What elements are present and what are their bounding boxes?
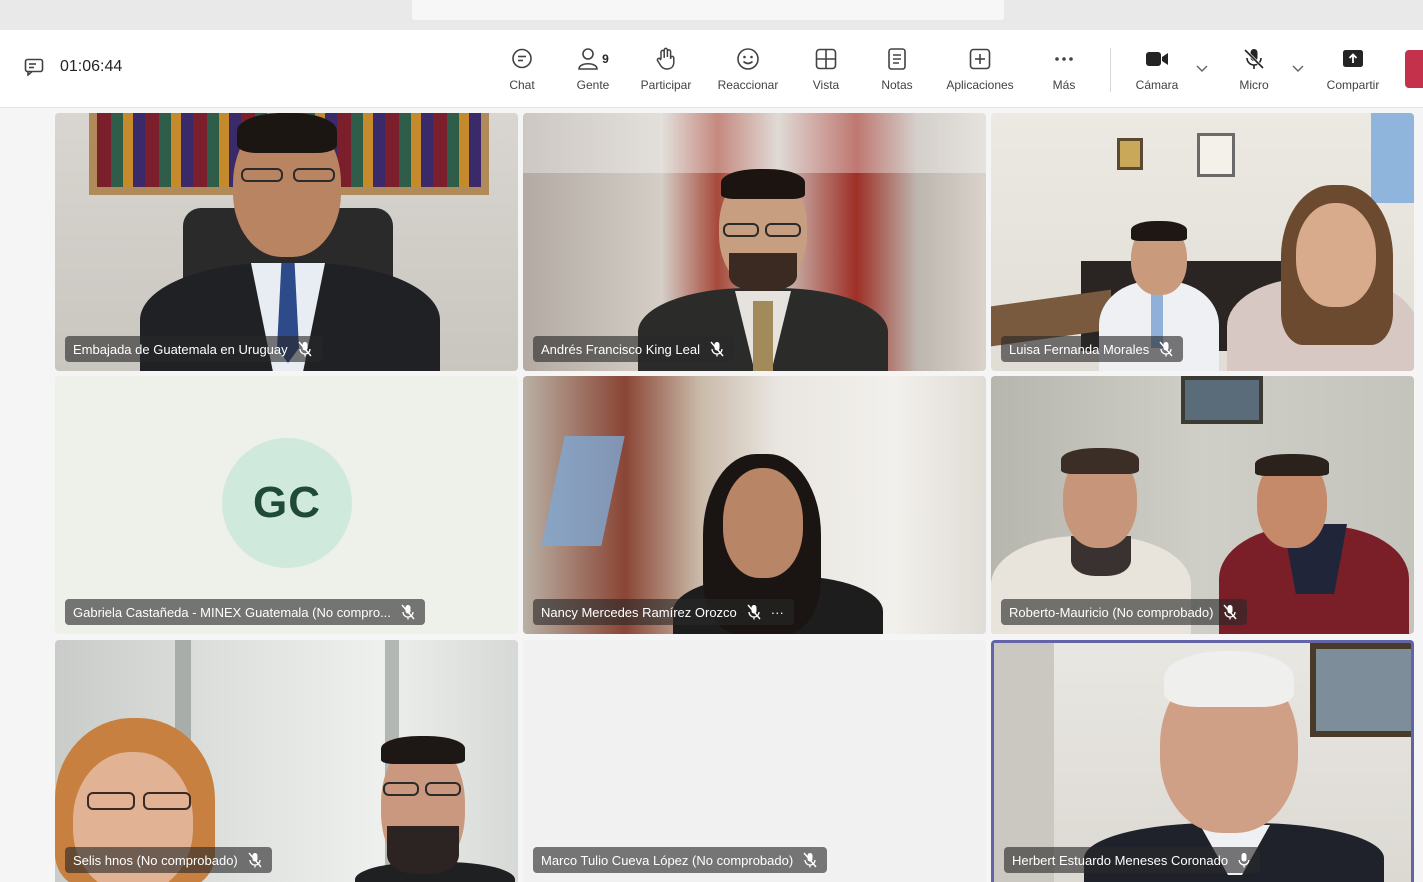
notes-icon — [887, 47, 907, 71]
video-tile[interactable]: Embajada de Guatemala en Uruguay — [55, 113, 518, 371]
view-label: Vista — [812, 78, 840, 92]
participant-nameplate: Embajada de Guatemala en Uruguay — [65, 336, 322, 362]
people-icon — [577, 47, 599, 71]
participant-video — [523, 113, 986, 371]
video-tile[interactable]: Nancy Mercedes Ramírez Orozco ··· — [523, 376, 986, 634]
participant-name: Herbert Estuardo Meneses Coronado — [1012, 852, 1229, 868]
meeting-duration: 01:06:44 — [60, 58, 123, 75]
mic-off-icon — [1242, 47, 1266, 71]
raise-hand-label: Participar — [640, 78, 692, 92]
mic-options-chevron-icon[interactable] — [1292, 64, 1304, 74]
captions-icon[interactable] — [24, 58, 44, 76]
participant-name: Andrés Francisco King Leal — [541, 341, 700, 357]
title-bar — [0, 0, 1423, 30]
participant-name: Nancy Mercedes Ramírez Orozco — [541, 604, 737, 620]
apps-icon — [968, 47, 992, 71]
view-icon — [814, 47, 838, 71]
react-icon — [736, 47, 760, 71]
participant-video — [991, 113, 1414, 371]
people-button[interactable]: 9 Gente — [568, 46, 618, 96]
participant-name: Embajada de Guatemala en Uruguay — [73, 341, 288, 357]
mic-muted-icon — [401, 604, 415, 620]
mic-muted-icon — [248, 852, 262, 868]
participant-video — [523, 376, 986, 634]
toolbar-divider — [1110, 48, 1111, 92]
mic-label: Micro — [1239, 78, 1269, 92]
video-tile[interactable]: Luisa Fernanda Morales — [991, 113, 1414, 371]
video-tile-active-speaker[interactable]: Herbert Estuardo Meneses Coronado — [991, 640, 1414, 882]
raise-hand-button[interactable]: Participar — [632, 46, 700, 96]
chat-button[interactable]: Chat — [504, 46, 540, 96]
participant-nameplate: Selis hnos (No comprobado) — [65, 847, 272, 873]
participant-video — [991, 376, 1414, 634]
meeting-toolbar: 01:06:44 Chat 9 Gente Participar Reaccio… — [0, 30, 1423, 108]
view-button[interactable]: Vista — [806, 46, 846, 96]
share-icon — [1341, 47, 1365, 71]
participant-nameplate: Andrés Francisco King Leal — [533, 336, 734, 362]
participant-name: Marco Tulio Cueva López (No comprobado) — [541, 852, 794, 868]
participant-nameplate: Gabriela Castañeda - MINEX Guatemala (No… — [65, 599, 425, 625]
mic-muted-icon — [298, 341, 312, 357]
meeting-timer: 01:06:44 — [24, 58, 122, 76]
video-tile[interactable]: Roberto-Mauricio (No comprobado) — [991, 376, 1414, 634]
apps-button[interactable]: Aplicaciones — [936, 46, 1024, 96]
mic-muted-icon — [1159, 341, 1173, 357]
video-tile[interactable]: Marco Tulio Cueva López (No comprobado) — [523, 640, 986, 882]
participant-nameplate: Marco Tulio Cueva López (No comprobado) — [533, 847, 828, 873]
notes-button[interactable]: Notas — [876, 46, 918, 96]
participant-nameplate: Luisa Fernanda Morales — [1001, 336, 1184, 362]
leave-button[interactable] — [1405, 50, 1423, 88]
people-count: 9 — [602, 52, 609, 66]
participant-name: Gabriela Castañeda - MINEX Guatemala (No… — [73, 604, 391, 620]
notes-label: Notas — [881, 78, 913, 92]
participant-video — [55, 640, 518, 882]
raise-hand-icon — [655, 47, 677, 71]
camera-button[interactable]: Cámara — [1128, 46, 1186, 96]
participant-name: Roberto-Mauricio (No comprobado) — [1009, 604, 1214, 620]
camera-icon — [1144, 48, 1170, 70]
search-bar[interactable] — [412, 0, 1004, 20]
video-tile[interactable]: GC Gabriela Castañeda - MINEX Guatemala … — [55, 376, 518, 634]
people-label: Gente — [576, 78, 610, 92]
participant-name: Selis hnos (No comprobado) — [73, 852, 238, 868]
mic-active-icon — [1238, 852, 1250, 868]
more-button[interactable]: Más — [1046, 46, 1082, 96]
camera-label: Cámara — [1135, 78, 1179, 92]
mic-muted-icon — [747, 604, 761, 620]
mic-muted-icon — [710, 341, 724, 357]
camera-options-chevron-icon[interactable] — [1196, 64, 1208, 74]
video-tile[interactable]: Andrés Francisco King Leal — [523, 113, 986, 371]
chat-icon — [510, 47, 534, 71]
share-label: Compartir — [1326, 78, 1380, 92]
participant-nameplate: Nancy Mercedes Ramírez Orozco ··· — [533, 599, 794, 625]
chat-label: Chat — [509, 78, 535, 92]
mic-muted-icon — [803, 852, 817, 868]
participant-name: Luisa Fernanda Morales — [1009, 341, 1150, 357]
react-button[interactable]: Reaccionar — [710, 46, 786, 96]
apps-label: Aplicaciones — [946, 78, 1014, 92]
share-button[interactable]: Compartir — [1318, 46, 1388, 96]
mic-button[interactable]: Micro — [1232, 46, 1276, 96]
more-label: Más — [1052, 78, 1076, 92]
participant-nameplate: Herbert Estuardo Meneses Coronado — [1004, 847, 1261, 873]
participant-more-options[interactable]: ··· — [771, 605, 784, 620]
more-icon — [1052, 47, 1076, 71]
react-label: Reaccionar — [717, 78, 779, 92]
video-tile[interactable]: Selis hnos (No comprobado) — [55, 640, 518, 882]
participant-video — [55, 113, 518, 371]
participant-avatar: GC — [222, 438, 352, 568]
participant-nameplate: Roberto-Mauricio (No comprobado) — [1001, 599, 1248, 625]
mic-muted-icon — [1223, 604, 1238, 620]
